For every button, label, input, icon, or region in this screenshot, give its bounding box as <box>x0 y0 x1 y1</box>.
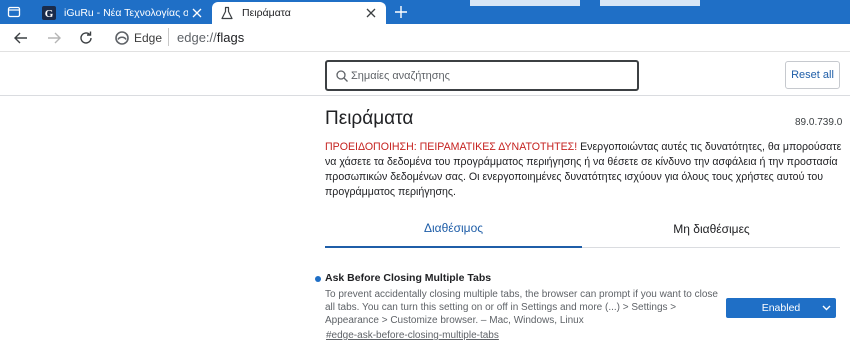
version-label: 89.0.739.0 <box>795 117 843 128</box>
back-arrow-icon[interactable] <box>12 29 30 47</box>
tab-available[interactable]: Διαθέσιμος <box>325 210 582 248</box>
browser-toolbar: Edge edge://flags <box>0 24 850 52</box>
new-tab-plus-icon[interactable] <box>392 3 410 21</box>
tab-strip: G iGuRu - Νέα Τεχνολογίας σε πρ Πειράματ… <box>0 0 850 24</box>
enabled-indicator-dot <box>315 276 321 282</box>
search-flags-field[interactable] <box>325 60 639 91</box>
address-separator <box>168 28 169 46</box>
selected-value: Enabled <box>761 302 801 314</box>
tab-strip-accent <box>470 0 580 6</box>
tab-title: iGuRu - Νέα Τεχνολογίας σε πρ <box>64 7 188 19</box>
address-bar[interactable]: edge://flags <box>177 30 244 45</box>
chevron-down-icon <box>822 303 831 312</box>
url-scheme: edge:// <box>177 30 217 45</box>
reset-all-button[interactable]: Reset all <box>785 61 840 89</box>
experiment-state-select[interactable]: Enabled <box>726 298 836 318</box>
search-input[interactable] <box>351 69 637 82</box>
forward-arrow-icon[interactable] <box>45 29 63 47</box>
tab-actions-icon[interactable] <box>6 4 22 20</box>
experiment-description: To prevent accidentally closing multiple… <box>325 289 718 326</box>
close-tab-icon[interactable] <box>362 4 380 22</box>
refresh-icon[interactable] <box>77 29 95 47</box>
flags-header: Reset all <box>0 52 850 96</box>
url-path: flags <box>216 30 245 45</box>
address-site-label: Edge <box>134 31 163 45</box>
experiment-name: Ask Before Closing Multiple Tabs <box>325 272 492 284</box>
search-icon <box>335 69 349 83</box>
svg-text:G: G <box>45 8 54 20</box>
iguru-g-icon: G <box>42 6 56 20</box>
edge-logo-icon <box>115 31 129 45</box>
tab-flags[interactable]: Πειράματα <box>212 2 386 24</box>
warning-label: ΠΡΟΕΙΔΟΠΟΙΗΣΗ: ΠΕΙΡΑΜΑΤΙΚΕΣ ΔΥΝΑΤΟΤΗΤΕΣ! <box>325 141 578 153</box>
tab-unavailable[interactable]: Μη διαθέσιμες <box>583 210 840 248</box>
availability-tabs: Διαθέσιμος Μη διαθέσιμες <box>325 210 840 248</box>
tab-strip-accent <box>600 0 700 6</box>
warning-message: ΠΡΟΕΙΔΟΠΟΙΗΣΗ: ΠΕΙΡΑΜΑΤΙΚΕΣ ΔΥΝΑΤΟΤΗΤΕΣ!… <box>325 140 845 200</box>
tab-iguru[interactable]: G iGuRu - Νέα Τεχνολογίας σε πρ <box>34 2 212 24</box>
flask-icon <box>220 6 234 20</box>
close-tab-icon[interactable] <box>188 4 206 22</box>
tab-title: Πειράματα <box>242 7 291 19</box>
experiment-permalink[interactable]: #edge-ask-before-closing-multiple-tabs <box>326 330 499 341</box>
page-title: Πειράματα <box>325 108 414 129</box>
